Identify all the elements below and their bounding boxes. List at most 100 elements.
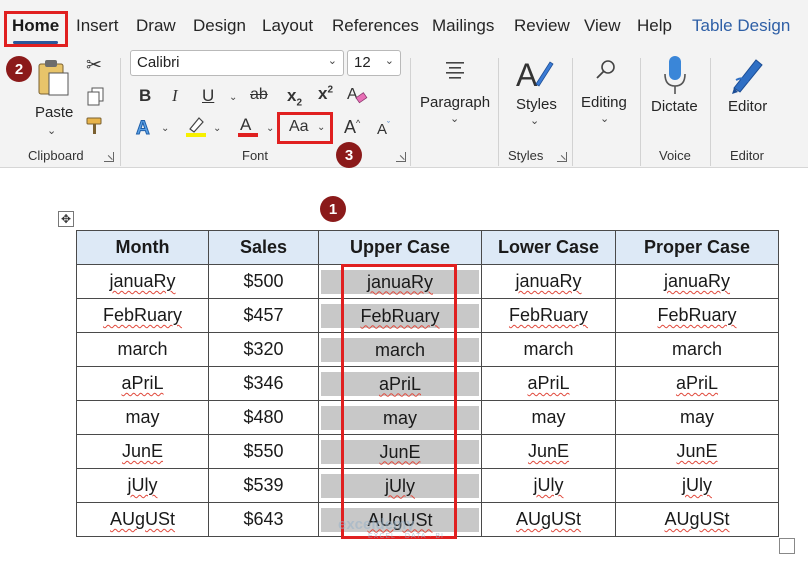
cell-text: januaRy	[663, 271, 731, 291]
table-cell[interactable]: $480	[208, 400, 319, 435]
tab-review[interactable]: Review	[514, 16, 570, 36]
tab-insert[interactable]: Insert	[76, 16, 119, 36]
table-cell[interactable]: januaRy	[481, 264, 616, 299]
header-lower-case[interactable]: Lower Case	[481, 230, 616, 265]
cell-text: AUgUSt	[109, 509, 176, 529]
paragraph-button[interactable]: Paragraph ⌄	[416, 56, 494, 136]
cell-text: FebRuary	[102, 305, 183, 325]
table-cell[interactable]: jUly	[76, 468, 209, 503]
text-effects-dropdown-icon[interactable]: ⌄	[161, 123, 169, 134]
font-name-field[interactable]: Calibri ⌄	[130, 50, 344, 76]
text-effects-icon[interactable]: A	[134, 116, 156, 139]
underline-button[interactable]: U	[202, 87, 214, 104]
table-cell[interactable]: may	[615, 400, 779, 435]
copy-icon[interactable]	[86, 86, 106, 106]
chevron-down-icon: ⌄	[530, 115, 540, 127]
header-sales[interactable]: Sales	[208, 230, 319, 265]
table-cell[interactable]: JunE	[481, 434, 616, 469]
table-cell[interactable]: $346	[208, 366, 319, 401]
font-color-icon[interactable]: A	[237, 114, 259, 138]
styles-button[interactable]: A Styles ⌄	[506, 52, 562, 138]
clipboard-launcher-icon[interactable]	[104, 152, 114, 162]
ribbon: Paste ⌄ ✂ Clipboard Calibri ⌄ 12 ⌄ B I U…	[0, 50, 808, 168]
subscript-button[interactable]: x2	[287, 87, 302, 108]
highlight-dropdown-icon[interactable]: ⌄	[213, 123, 221, 134]
clipboard-group-label: Clipboard	[28, 148, 84, 163]
bold-button[interactable]: B	[139, 87, 151, 104]
styles-launcher-icon[interactable]	[557, 152, 567, 162]
shrink-font-button[interactable]: Aˇ	[377, 120, 391, 138]
group-separator	[120, 58, 121, 166]
italic-button[interactable]: I	[172, 87, 178, 104]
table-cell[interactable]: jUly	[615, 468, 779, 503]
table-cell[interactable]: AUgUSt	[615, 502, 779, 537]
header-proper-case[interactable]: Proper Case	[615, 230, 779, 265]
tab-draw[interactable]: Draw	[136, 16, 176, 36]
table-cell[interactable]: $500	[208, 264, 319, 299]
shrink-font-glyph: A	[377, 121, 388, 138]
table-cell[interactable]: may	[76, 400, 209, 435]
font-color-dropdown-icon[interactable]: ⌄	[266, 123, 274, 134]
table-cell[interactable]: AUgUSt	[481, 502, 616, 537]
tab-layout[interactable]: Layout	[262, 16, 313, 36]
table-cell[interactable]: FebRuary	[76, 298, 209, 333]
table-cell[interactable]: march	[615, 332, 779, 367]
table-cell[interactable]: januaRy	[76, 264, 209, 299]
table-cell[interactable]: jUly	[481, 468, 616, 503]
highlight-color-icon[interactable]	[184, 114, 208, 138]
table-cell[interactable]: AUgUSt	[76, 502, 209, 537]
underline-dropdown-icon[interactable]: ⌄	[229, 92, 237, 103]
table-cell[interactable]: JunE	[615, 434, 779, 469]
cut-icon[interactable]: ✂	[86, 56, 102, 75]
font-size-field[interactable]: 12 ⌄	[347, 50, 401, 76]
cell-text: AUgUSt	[515, 509, 582, 529]
tab-design[interactable]: Design	[193, 16, 246, 36]
table-cell[interactable]: aPriL	[481, 366, 616, 401]
cell-text: AUgUSt	[664, 509, 730, 529]
format-painter-icon[interactable]	[85, 116, 107, 136]
strikethrough-button[interactable]: ab	[250, 87, 268, 103]
paste-button[interactable]: Paste ⌄	[30, 56, 76, 137]
table-cell[interactable]: march	[76, 332, 209, 367]
tab-mailings[interactable]: Mailings	[432, 16, 494, 36]
table-cell[interactable]: FebRuary	[615, 298, 779, 333]
paste-label: Paste	[35, 104, 74, 121]
grow-font-button[interactable]: A^	[344, 118, 360, 136]
table-cell[interactable]: JunE	[76, 434, 209, 469]
table-move-handle-icon[interactable]: ✥	[58, 211, 74, 227]
tab-help[interactable]: Help	[637, 16, 672, 36]
group-separator	[410, 58, 411, 166]
table-cell[interactable]: aPriL	[76, 366, 209, 401]
editor-button[interactable]: Editor	[716, 52, 782, 138]
table-cell[interactable]: $539	[208, 468, 319, 503]
header-upper-case[interactable]: Upper Case	[318, 230, 482, 265]
font-launcher-icon[interactable]	[396, 152, 406, 162]
tab-references[interactable]: References	[332, 16, 419, 36]
tab-view[interactable]: View	[584, 16, 621, 36]
paste-dropdown-icon[interactable]: ⌄	[47, 124, 56, 137]
table-cell[interactable]: $550	[208, 434, 319, 469]
table-cell[interactable]: $643	[208, 502, 319, 537]
editor-group-label: Editor	[730, 148, 764, 163]
clear-formatting-icon[interactable]: A	[346, 83, 368, 105]
cell-text: FebRuary	[508, 305, 589, 325]
superscript-button[interactable]: x2	[318, 85, 333, 102]
svg-text:A: A	[347, 86, 358, 103]
table-cell[interactable]: may	[481, 400, 616, 435]
step-badge-2: 2	[6, 56, 32, 82]
editing-button[interactable]: Editing ⌄	[576, 56, 636, 136]
editing-label: Editing	[581, 94, 627, 111]
table-cell[interactable]: $457	[208, 298, 319, 333]
caret-down-icon: ˇ	[387, 120, 391, 130]
dictate-button[interactable]: Dictate	[646, 52, 704, 138]
table-resize-handle[interactable]	[779, 538, 795, 554]
table-cell[interactable]: $320	[208, 332, 319, 367]
table-cell[interactable]: march	[481, 332, 616, 367]
table-cell[interactable]: januaRy	[615, 264, 779, 299]
cell-text: jUly	[127, 475, 158, 495]
header-month[interactable]: Month	[76, 230, 209, 265]
table-cell[interactable]: FebRuary	[481, 298, 616, 333]
tab-table-design[interactable]: Table Design	[692, 16, 790, 36]
table-cell[interactable]: aPriL	[615, 366, 779, 401]
cell-text: januaRy	[109, 271, 176, 291]
